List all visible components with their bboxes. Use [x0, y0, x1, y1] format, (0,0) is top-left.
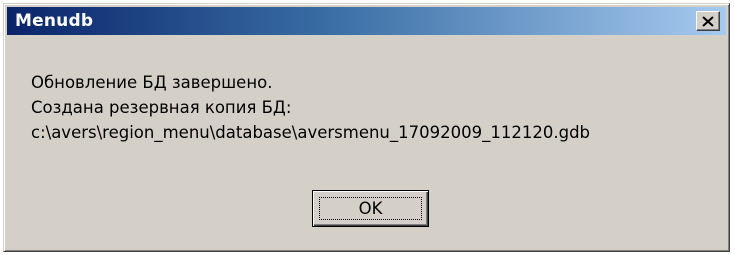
ok-button[interactable]: OK — [312, 190, 429, 227]
message-line-status: Обновление БД завершено. — [31, 73, 273, 92]
close-icon — [702, 15, 714, 27]
message-line-path: c:\avers\region_menu\database\aversmenu_… — [31, 123, 591, 142]
title-bar[interactable]: Menudb — [7, 7, 726, 35]
window-title: Menudb — [15, 11, 94, 31]
close-button[interactable] — [696, 11, 720, 31]
message-text: Обновление БД завершено. Создана резервн… — [31, 70, 590, 145]
ok-button-label: OK — [358, 199, 383, 218]
message-dialog: Menudb Обновление БД завершено. Создана … — [3, 3, 730, 252]
message-line-backup: Создана резервная копия БД: — [31, 98, 292, 117]
